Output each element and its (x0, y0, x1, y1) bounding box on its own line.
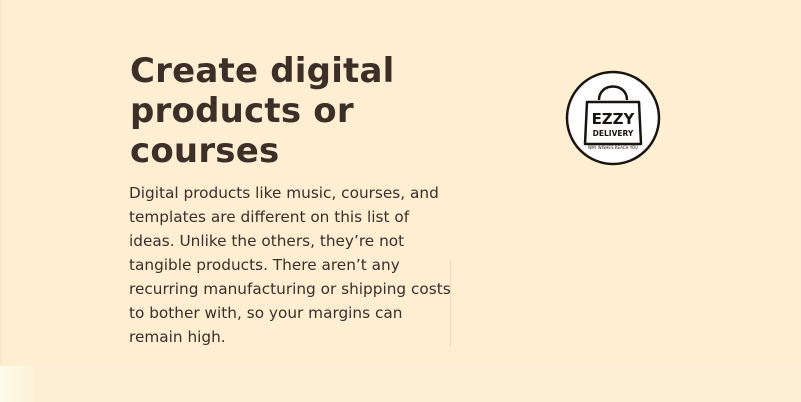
page: Create digital products or courses Digit… (0, 0, 801, 402)
section-heading: Create digital products or courses (130, 51, 395, 171)
section-body-text: Digital products like music, courses, an… (129, 184, 451, 346)
logo-brand-bottom: DELIVERY (593, 129, 634, 138)
bottom-strip (0, 366, 801, 402)
logo-graphic: EZZY DELIVERY WAY WISHES REACH YOU (565, 70, 661, 166)
logo-tagline: WAY WISHES REACH YOU (588, 145, 638, 150)
ezzy-delivery-logo: EZZY DELIVERY WAY WISHES REACH YOU (565, 70, 661, 166)
logo-brand-top: EZZY (592, 110, 636, 128)
bottom-strip-fade (0, 366, 34, 402)
vertical-divider (450, 260, 451, 346)
left-edge-strip (0, 0, 2, 366)
